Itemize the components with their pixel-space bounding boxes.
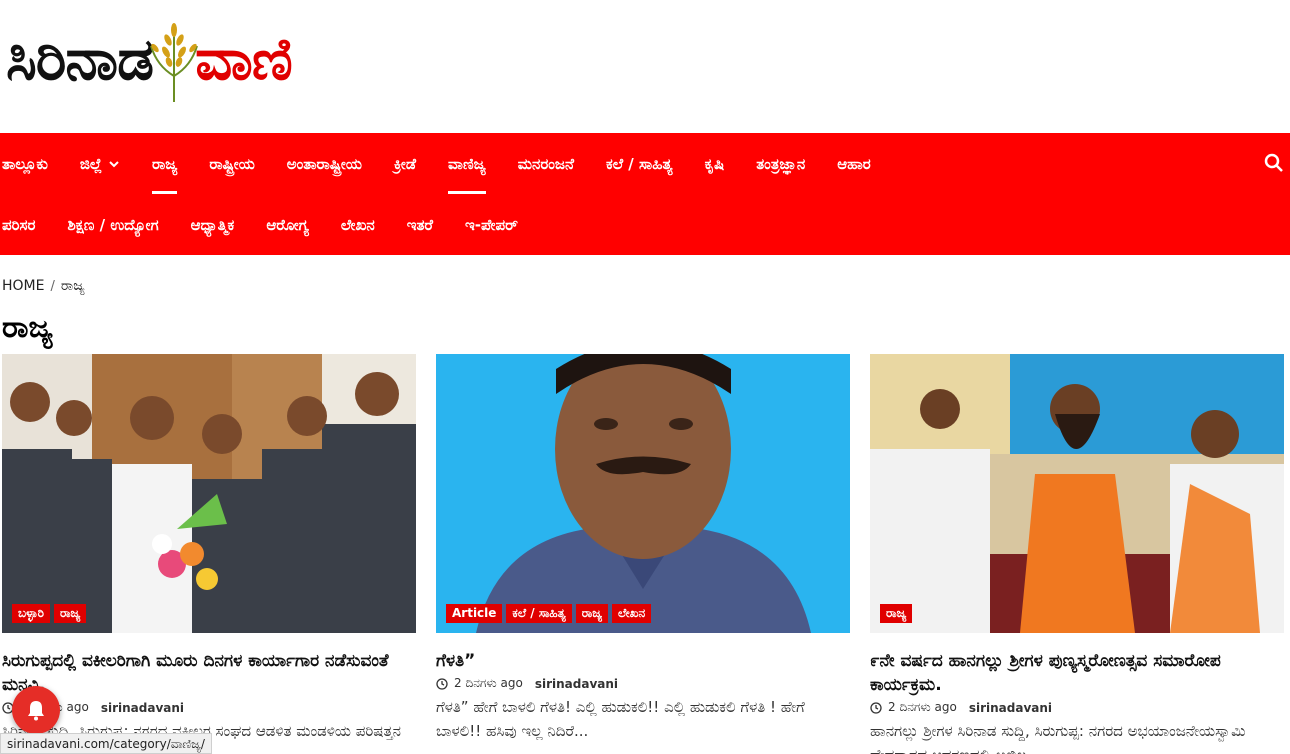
nav-item-district[interactable]: ಜಿಲ್ಲೆ bbox=[64, 133, 136, 194]
category-tag[interactable]: ಬಳ್ಳಾರಿ bbox=[12, 604, 50, 623]
article-time: 2 ದಿನಗಳು ago bbox=[454, 676, 523, 690]
category-tag[interactable]: ರಾಜ್ಯ bbox=[575, 604, 608, 623]
article-card: Article ಕಲೆ / ಸಾಹಿತ್ಯ ರಾಜ್ಯ ಲೇಖನ ಗೆಳತಿ” … bbox=[436, 354, 850, 743]
nav-item-sports[interactable]: ಕ್ರೀಡೆ bbox=[378, 133, 432, 194]
clock-icon bbox=[436, 677, 448, 690]
event-photo-image bbox=[870, 354, 1284, 633]
nav-item-epaper[interactable]: ಇ-ಪೇಪರ್ bbox=[449, 194, 534, 255]
search-icon[interactable] bbox=[1264, 153, 1284, 173]
article-author[interactable]: sirinadavani bbox=[535, 677, 618, 691]
category-tag[interactable]: Article bbox=[446, 604, 503, 623]
group-photo-image bbox=[2, 354, 416, 633]
article-time: 2 ದಿನಗಳು ago bbox=[888, 700, 957, 714]
category-tags: ರಾಜ್ಯ bbox=[880, 604, 913, 623]
article-meta: 2 ದಿನಗಳು ago sirinadavani bbox=[870, 700, 1284, 715]
nav-item-international[interactable]: ಅಂತಾರಾಷ್ಟ್ರೀಯ bbox=[271, 133, 378, 194]
article-excerpt: ಗೆಳತಿ” ಹೇಗೆ ಬಾಳಲಿ ಗೆಳತಿ! ಎಲ್ಲಿ ಹುಡುಕಲಿ!!… bbox=[436, 698, 805, 740]
bell-icon bbox=[28, 701, 44, 721]
article-title[interactable]: ೯ನೇ ವರ್ಷದ ಹಾನಗಲ್ಲು ಶ್ರೀಗಳ ಪುಣ್ಯಸ್ಮರೋಣತ್ಸ… bbox=[870, 649, 1284, 697]
breadcrumb: HOME / ರಾಜ್ಯ bbox=[2, 278, 85, 294]
category-tags: ಬಳ್ಳಾರಿ ರಾಜ್ಯ bbox=[12, 604, 87, 623]
nav-item-food[interactable]: ಆಹಾರ bbox=[821, 133, 887, 194]
nav-item-environment[interactable]: ಪರಿಸರ bbox=[0, 194, 51, 255]
portrait-photo-image bbox=[436, 354, 850, 633]
site-logo[interactable]: ಸಿರಿನಾಡ ವಾಣಿ bbox=[6, 14, 293, 104]
status-bar-url: sirinadavani.com/category/ವಾಣಿಜ್ಯ/ bbox=[0, 733, 212, 754]
article-image[interactable]: ಬಳ್ಳಾರಿ ರಾಜ್ಯ bbox=[2, 354, 416, 633]
article-meta: 2 ದಿನಗಳು ago sirinadavani bbox=[2, 700, 416, 715]
nav-item-label: ಜಿಲ್ಲೆ bbox=[79, 154, 103, 173]
logo-text-right: ವಾಣಿ bbox=[195, 25, 293, 93]
nav-item-taluk[interactable]: ತಾಲ್ಲೂಕು bbox=[0, 133, 64, 194]
notification-bell-button[interactable] bbox=[12, 686, 60, 734]
paddy-sprig-icon bbox=[150, 23, 199, 102]
breadcrumb-home[interactable]: HOME bbox=[2, 278, 44, 294]
nav-item-others[interactable]: ಇತರೆ bbox=[391, 194, 449, 255]
article-author[interactable]: sirinadavani bbox=[969, 701, 1052, 715]
article-image[interactable]: Article ಕಲೆ / ಸಾಹಿತ್ಯ ರಾಜ್ಯ ಲೇಖನ bbox=[436, 354, 850, 633]
nav-item-state[interactable]: ರಾಜ್ಯ bbox=[136, 133, 193, 194]
nav-item-health[interactable]: ಆರೋಗ್ಯ bbox=[250, 194, 325, 255]
article-title[interactable]: ಸಿರುಗುಪ್ಪದಲ್ಲಿ ವಕೀಲರಿಗಾಗಿ ಮೂರು ದಿನಗಳ ಕಾರ… bbox=[2, 649, 416, 697]
page-title: ರಾಜ್ಯ bbox=[2, 310, 53, 345]
site-header: ಸಿರಿನಾಡ ವಾಣಿ bbox=[0, 0, 1290, 133]
nav-item-art-literature[interactable]: ಕಲೆ / ಸಾಹಿತ್ಯ bbox=[590, 133, 689, 194]
nav-item-technology[interactable]: ತಂತ್ರಜ್ಞಾನ bbox=[740, 133, 821, 194]
nav-item-national[interactable]: ರಾಷ್ಟ್ರೀಯ bbox=[193, 133, 270, 194]
article-image[interactable]: ರಾಜ್ಯ bbox=[870, 354, 1284, 633]
category-tag[interactable]: ಲೇಖನ bbox=[612, 604, 652, 623]
chevron-down-icon bbox=[109, 160, 119, 167]
category-tag[interactable]: ರಾಜ್ಯ bbox=[880, 604, 913, 623]
article-card: ರಾಜ್ಯ ೯ನೇ ವರ್ಷದ ಹಾನಗಲ್ಲು ಶ್ರೀಗಳ ಪುಣ್ಯಸ್ಮ… bbox=[870, 354, 1284, 754]
article-title[interactable]: ಗೆಳತಿ” bbox=[436, 649, 850, 673]
article-meta: 2 ದಿನಗಳು ago sirinadavani bbox=[436, 676, 850, 691]
article-excerpt: ಹಾನಗಲ್ಲು ಶ್ರೀಗಳ ಸಿರಿನಾಡ ಸುದ್ದಿ, ಸಿರುಗುಪ್… bbox=[870, 722, 1246, 754]
article-card: ಬಳ್ಳಾರಿ ರಾಜ್ಯ ಸಿರುಗುಪ್ಪದಲ್ಲಿ ವಕೀಲರಿಗಾಗಿ … bbox=[2, 354, 416, 754]
logo-text-left: ಸಿರಿನಾಡ bbox=[6, 25, 154, 93]
nav-item-spiritual[interactable]: ಆಧ್ಯಾತ್ಮಿಕ bbox=[175, 194, 251, 255]
clock-icon bbox=[870, 701, 882, 714]
article-author[interactable]: sirinadavani bbox=[101, 701, 184, 715]
category-tags: Article ಕಲೆ / ಸಾಹಿತ್ಯ ರಾಜ್ಯ ಲೇಖನ bbox=[446, 604, 652, 623]
breadcrumb-separator: / bbox=[50, 278, 55, 294]
category-tag[interactable]: ರಾಜ್ಯ bbox=[53, 604, 87, 623]
nav-row-2: ಪರಿಸರ ಶಿಕ್ಷಣ / ಉದ್ಯೋಗ ಆಧ್ಯಾತ್ಮಿಕ ಆರೋಗ್ಯ … bbox=[0, 194, 534, 255]
category-tag[interactable]: ಕಲೆ / ಸಾಹಿತ್ಯ bbox=[506, 604, 572, 623]
nav-item-agriculture[interactable]: ಕೃಷಿ bbox=[689, 133, 741, 194]
nav-row-1: ತಾಲ್ಲೂಕು ಜಿಲ್ಲೆ ರಾಜ್ಯ ರಾಷ್ಟ್ರೀಯ ಅಂತಾರಾಷ್… bbox=[0, 133, 887, 194]
main-nav: ತಾಲ್ಲೂಕು ಜಿಲ್ಲೆ ರಾಜ್ಯ ರಾಷ್ಟ್ರೀಯ ಅಂತಾರಾಷ್… bbox=[0, 133, 1290, 255]
nav-item-commerce[interactable]: ವಾಣಿಜ್ಯ bbox=[432, 133, 502, 194]
nav-item-entertainment[interactable]: ಮನರಂಜನೆ bbox=[502, 133, 590, 194]
nav-item-articles[interactable]: ಲೇಖನ bbox=[325, 194, 391, 255]
nav-item-education-jobs[interactable]: ಶಿಕ್ಷಣ / ಉದ್ಯೋಗ bbox=[51, 194, 174, 255]
breadcrumb-current: ರಾಜ್ಯ bbox=[60, 278, 85, 294]
